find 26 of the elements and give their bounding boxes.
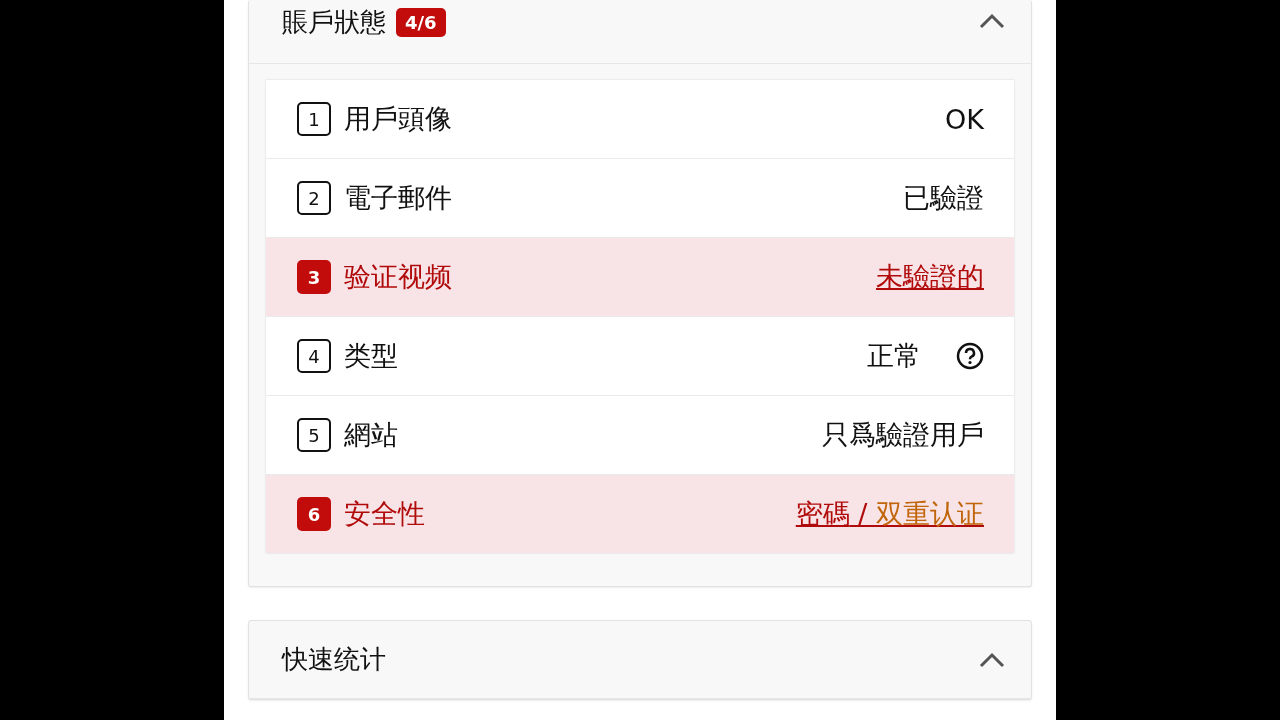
- status-label: 電子郵件: [344, 181, 452, 215]
- step-number: 4: [297, 339, 331, 373]
- status-link[interactable]: 未驗證的: [876, 259, 984, 295]
- status-value: 只爲驗證用戶: [822, 418, 984, 452]
- status-label: 验证视频: [344, 260, 452, 294]
- step-number: 2: [297, 181, 331, 215]
- status-label: 安全性: [344, 497, 425, 531]
- help-icon[interactable]: [956, 342, 984, 370]
- status-link[interactable]: 密碼 / 双重认证: [795, 496, 984, 532]
- chevron-up-icon[interactable]: [979, 651, 1005, 668]
- step-number: 5: [297, 418, 331, 452]
- step-number: 1: [297, 102, 331, 136]
- status-value: 已驗證: [903, 181, 984, 215]
- status-label: 用戶頭像: [344, 102, 452, 136]
- step-number: 6: [297, 497, 331, 531]
- status-value: 正常: [867, 339, 921, 373]
- status-label: 类型: [344, 339, 398, 373]
- panel-header[interactable]: 賬戶狀態 4/6: [249, 0, 1031, 64]
- status-value: OK: [945, 103, 984, 135]
- panel-header[interactable]: 快速统计: [249, 621, 1031, 699]
- step-number: 3: [297, 260, 331, 294]
- chevron-up-icon[interactable]: [979, 13, 1005, 29]
- panel-title: 賬戶狀態: [282, 6, 386, 39]
- status-label: 網站: [344, 418, 398, 452]
- count-badge: 4/6: [396, 8, 446, 37]
- panel-title: 快速统计: [282, 643, 386, 676]
